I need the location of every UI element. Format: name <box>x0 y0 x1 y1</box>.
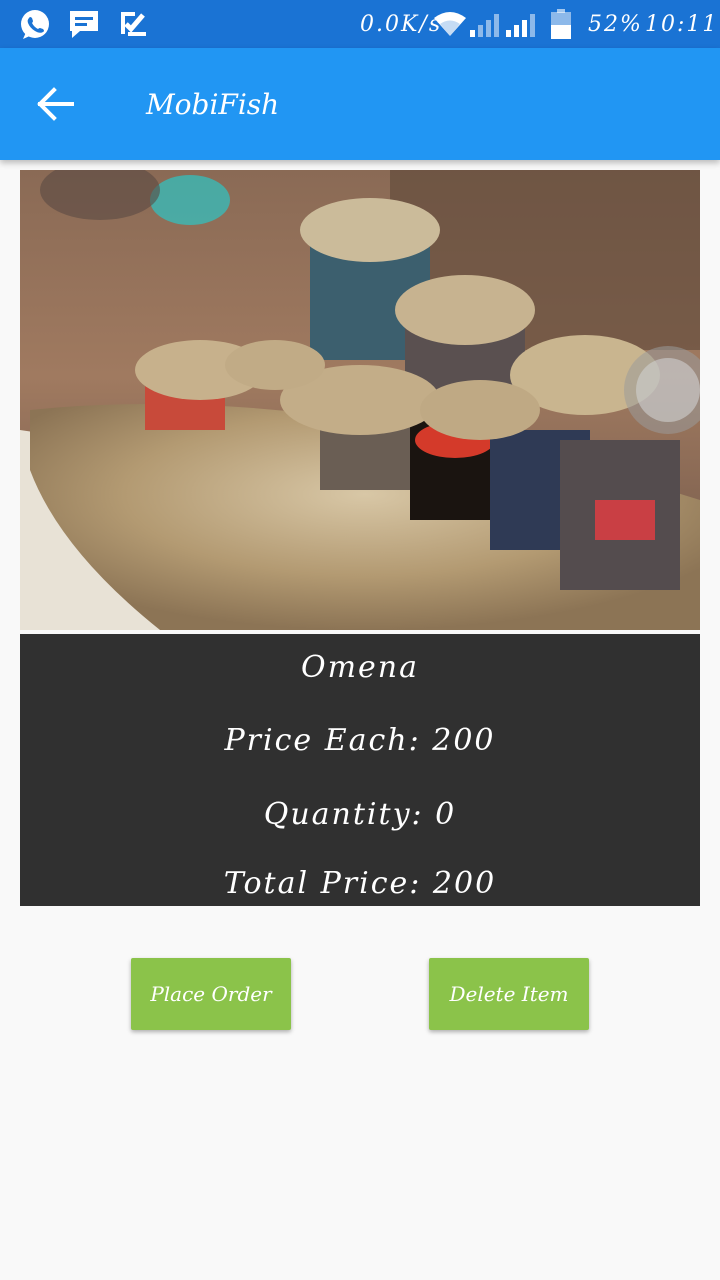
delete-item-button[interactable]: Delete Item <box>429 958 589 1030</box>
whatsapp-icon <box>18 8 52 46</box>
battery-icon <box>550 8 572 44</box>
back-button[interactable] <box>28 78 84 130</box>
total-price: Total Price: 200 <box>223 866 497 901</box>
place-order-button[interactable]: Place Order <box>131 958 291 1030</box>
app-title: MobiFish <box>146 88 280 121</box>
clock: 10:11 <box>645 12 719 37</box>
quantity: Quantity: 0 <box>263 797 457 832</box>
net-speed: 0.0K/s <box>360 12 443 37</box>
product-image <box>20 170 700 630</box>
product-name: Omena <box>300 650 419 685</box>
price-each: Price Each: 200 <box>224 723 496 758</box>
signal-icon <box>468 12 502 42</box>
signal-icon-2 <box>504 12 538 42</box>
product-info-panel: Omena Price Each: 200 Quantity: 0 Total … <box>20 634 700 906</box>
arrow-left-icon <box>37 87 74 121</box>
message-icon <box>68 8 100 46</box>
checklist-icon <box>118 8 148 46</box>
status-bar: 0.0K/s 52% 10:11 <box>0 0 720 48</box>
battery-percent: 52% <box>588 12 643 37</box>
wifi-icon <box>433 10 467 42</box>
app-bar: MobiFish <box>0 48 720 160</box>
